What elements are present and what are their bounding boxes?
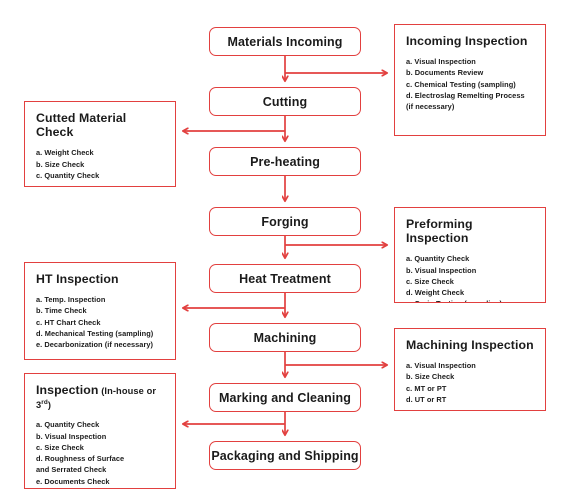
inspection-box-preforming-inspection[interactable]: Preforming Inspection a. Quantity Check b.…: [394, 207, 546, 303]
inspection-item: a. Weight Check: [36, 148, 94, 158]
inspection-item: d. UT or RT: [406, 394, 447, 404]
inspection-box-title-incoming-inspection: Incoming Inspection: [406, 34, 534, 48]
inspection-box-title-main: Incoming Inspection: [406, 34, 528, 48]
inspection-box-title-cutted-material-check: Cutted Material Check: [36, 111, 164, 139]
inspection-box-title-main: Preforming Inspection: [406, 217, 473, 246]
inspection-item: b. Size Check: [36, 159, 85, 169]
inspection-item: e. Decarbonization (if necessary): [36, 340, 154, 350]
inspection-box-incoming-inspection[interactable]: Incoming Inspection a. Visual Inspection b…: [394, 24, 546, 136]
title-qualifier-suffix: ): [47, 400, 52, 411]
inspection-item: b. Visual Inspection: [406, 265, 477, 275]
inspection-item-list-ht-inspection: a. Temp. Inspection b. Time Check c. HT Ch…: [36, 294, 164, 350]
inspection-item: c. Quantity Check: [36, 170, 100, 180]
inspection-item: a. Quantity Check: [406, 254, 470, 264]
flow-node-cutting[interactable]: Cutting: [209, 87, 361, 116]
inspection-box-title-machining-inspection: Machining Inspection: [406, 338, 534, 352]
inspection-item: d. Weight Check: [406, 288, 465, 298]
inspection-item: c. Size Check: [406, 276, 454, 286]
inspection-item: b. Documents Review: [406, 68, 484, 78]
title-qualifier-ordinal: rd: [41, 399, 48, 407]
inspection-item: e. Grain Testing (sampling): [406, 298, 534, 302]
inspection-item: c. Chemical Testing (sampling): [406, 79, 516, 89]
flow-node-marking-cleaning[interactable]: Marking and Cleaning: [209, 383, 361, 412]
inspection-box-title-final-inspection: Inspection (In-house or 3rd): [36, 383, 164, 411]
flow-node-packaging-shipping[interactable]: Packaging and Shipping: [209, 441, 361, 470]
flow-node-materials-incoming[interactable]: Materials Incoming: [209, 27, 361, 56]
inspection-item: c. Size Check: [36, 442, 84, 452]
process-flowchart: Materials Incoming Cutting Pre-heating Forg…: [0, 0, 569, 500]
inspection-box-title-main: Machining Inspection: [406, 338, 534, 352]
inspection-item: f. Marking Check: [36, 487, 164, 489]
inspection-box-title-ht-inspection: HT Inspection: [36, 272, 164, 286]
flow-node-pre-heating[interactable]: Pre-heating: [209, 147, 361, 176]
inspection-box-title-preforming-inspection: Preforming Inspection: [406, 217, 534, 245]
inspection-item: b. Size Check: [406, 372, 455, 382]
inspection-item: c. MT or PT: [406, 383, 447, 393]
inspection-item: e. Documents Check: [36, 476, 110, 486]
flow-node-machining[interactable]: Machining: [209, 323, 361, 352]
inspection-item: b. Visual Inspection: [36, 431, 107, 441]
inspection-item-list-incoming-inspection: a. Visual Inspection b. Documents Review c…: [406, 56, 534, 112]
flow-node-heat-treatment[interactable]: Heat Treatment: [209, 264, 361, 293]
inspection-item: b. Time Check: [36, 306, 87, 316]
inspection-box-title-main: HT Inspection: [36, 272, 119, 286]
inspection-item: a. Temp. Inspection: [36, 295, 106, 305]
inspection-box-cutted-material-check[interactable]: Cutted Material Check a. Weight Check b. S…: [24, 101, 176, 187]
inspection-box-machining-inspection[interactable]: Machining Inspection a. Visual Inspection…: [394, 328, 546, 411]
inspection-item: a. Visual Inspection: [406, 57, 476, 67]
inspection-item: c. HT Chart Check: [36, 317, 101, 327]
inspection-item: d. Roughness of Surface and Serrated Che…: [36, 454, 125, 475]
inspection-item: a. Quantity Check: [36, 420, 100, 430]
inspection-item-list-final-inspection: a. Quantity Check b. Visual Inspection c. …: [36, 419, 164, 489]
inspection-box-final-inspection[interactable]: Inspection (In-house or 3rd) a. Quantity …: [24, 373, 176, 489]
inspection-box-ht-inspection[interactable]: HT Inspection a. Temp. Inspection b. Time …: [24, 262, 176, 360]
inspection-item: d. Mechanical Testing (sampling): [36, 328, 154, 338]
flow-node-forging[interactable]: Forging: [209, 207, 361, 236]
inspection-item-list-preforming-inspection: a. Quantity Check b. Visual Inspection c. …: [406, 253, 534, 302]
inspection-item-list-cutted-material-check: a. Weight Check b. Size Check c. Quantity …: [36, 147, 164, 181]
inspection-item-list-machining-inspection: a. Visual Inspection b. Size Check c. MT o…: [406, 360, 534, 405]
inspection-box-title-main: Inspection: [36, 383, 99, 397]
inspection-item: a. Visual Inspection: [406, 361, 476, 371]
inspection-box-title-main: Cutted Material Check: [36, 111, 127, 140]
inspection-item: d. Electroslag Remelting Process (if nec…: [406, 90, 525, 112]
